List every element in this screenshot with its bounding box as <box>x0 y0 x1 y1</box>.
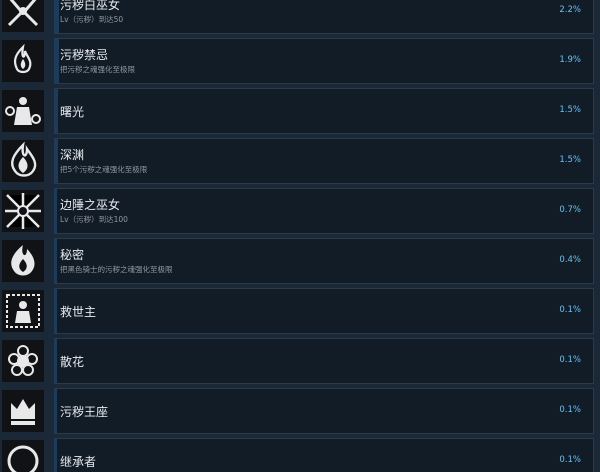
unlock-percentage: 0.7% <box>559 205 581 215</box>
achievement-row[interactable]: 污秽白巫女 Lv（污秽）到达50 2.2% <box>0 0 600 34</box>
unlock-progress-fill <box>54 339 57 383</box>
unlock-progress-fill <box>54 89 58 133</box>
achievement-title: 救世主 <box>60 305 97 319</box>
achievement-row[interactable]: 曙光 1.5% <box>0 88 600 134</box>
achievement-title: 曙光 <box>60 105 85 119</box>
achievement-description: 把黑色骑士的污秽之魂强化至极限 <box>60 265 173 274</box>
achievement-title: 污秽禁忌 <box>60 48 109 62</box>
ring-icon <box>0 438 46 472</box>
unlock-progress-fill <box>54 289 57 333</box>
achievement-bar: 救世主 0.1% <box>54 288 594 334</box>
achievement-bar: 秘密把黑色骑士的污秽之魂强化至极限 0.4% <box>54 238 594 284</box>
achievement-bar: 污秽王座 0.1% <box>54 388 594 434</box>
dawn-figure-icon <box>0 88 46 134</box>
unlock-progress-fill <box>54 0 59 33</box>
achievement-description: 把污秽之魂强化至极限 <box>60 65 135 74</box>
achievement-row[interactable]: 继承者 0.1% <box>0 438 600 472</box>
achievement-description: 把5个污秽之魂强化至极限 <box>60 165 148 174</box>
achievement-bar: 深渊把5个污秽之魂强化至极限 1.5% <box>54 138 594 184</box>
achievement-row[interactable]: 散花 0.1% <box>0 338 600 384</box>
unlock-percentage: 0.1% <box>559 455 581 465</box>
achievement-row[interactable]: 污秽禁忌把污秽之魂强化至极限 1.9% <box>0 38 600 84</box>
unlock-progress-fill <box>54 139 58 183</box>
abyss-flame-icon <box>0 138 46 184</box>
unlock-progress-fill <box>54 239 57 283</box>
unlock-progress-fill <box>54 189 57 233</box>
secret-flame-icon <box>0 238 46 284</box>
unlock-percentage: 0.1% <box>559 305 581 315</box>
flame-icon <box>0 38 46 84</box>
achievement-description: Lv（污秽）到达50 <box>60 15 124 24</box>
achievement-bar: 继承者 0.1% <box>54 438 594 472</box>
unlock-percentage: 0.1% <box>559 405 581 415</box>
unlock-percentage: 1.9% <box>559 55 581 65</box>
achievement-bar: 边陲之巫女 Lv（污秽）到达100 0.7% <box>54 188 594 234</box>
flower-icon <box>0 338 46 384</box>
unlock-progress-fill <box>54 389 57 433</box>
achievement-title: 边陲之巫女 <box>60 198 121 212</box>
unlock-percentage: 1.5% <box>559 105 581 115</box>
unlock-percentage: 1.5% <box>559 155 581 165</box>
achievement-title: 深渊 <box>60 148 85 162</box>
frontier-witch-icon <box>0 188 46 234</box>
savior-icon <box>0 288 46 334</box>
achievement-title: 继承者 <box>60 455 97 469</box>
achievement-title: 污秽白巫女 <box>60 0 121 12</box>
throne-crown-icon <box>0 388 46 434</box>
achievement-row[interactable]: 边陲之巫女 Lv（污秽）到达100 0.7% <box>0 188 600 234</box>
achievement-list: 污秽白巫女 Lv（污秽）到达50 2.2% 污秽禁忌把污秽之魂强化至极限 1.9% 曙光 1… <box>0 0 600 472</box>
achievement-title: 秘密 <box>60 248 85 262</box>
unlock-progress-fill <box>54 39 59 83</box>
achievement-bar: 曙光 1.5% <box>54 88 594 134</box>
achievement-title: 污秽王座 <box>60 405 109 419</box>
achievement-row[interactable]: 救世主 0.1% <box>0 288 600 334</box>
achievement-row[interactable]: 深渊把5个污秽之魂强化至极限 1.5% <box>0 138 600 184</box>
achievement-bar: 污秽禁忌把污秽之魂强化至极限 1.9% <box>54 38 594 84</box>
achievement-bar: 污秽白巫女 Lv（污秽）到达50 2.2% <box>54 0 594 34</box>
achievement-bar: 散花 0.1% <box>54 338 594 384</box>
white-witch-icon <box>0 0 46 34</box>
achievement-row[interactable]: 秘密把黑色骑士的污秽之魂强化至极限 0.4% <box>0 238 600 284</box>
unlock-percentage: 2.2% <box>559 5 581 15</box>
unlock-progress-fill <box>54 439 57 472</box>
achievement-description: Lv（污秽）到达100 <box>60 215 128 224</box>
unlock-percentage: 0.1% <box>559 355 581 365</box>
unlock-percentage: 0.4% <box>559 255 581 265</box>
achievement-title: 散花 <box>60 355 85 369</box>
achievement-row[interactable]: 污秽王座 0.1% <box>0 388 600 434</box>
